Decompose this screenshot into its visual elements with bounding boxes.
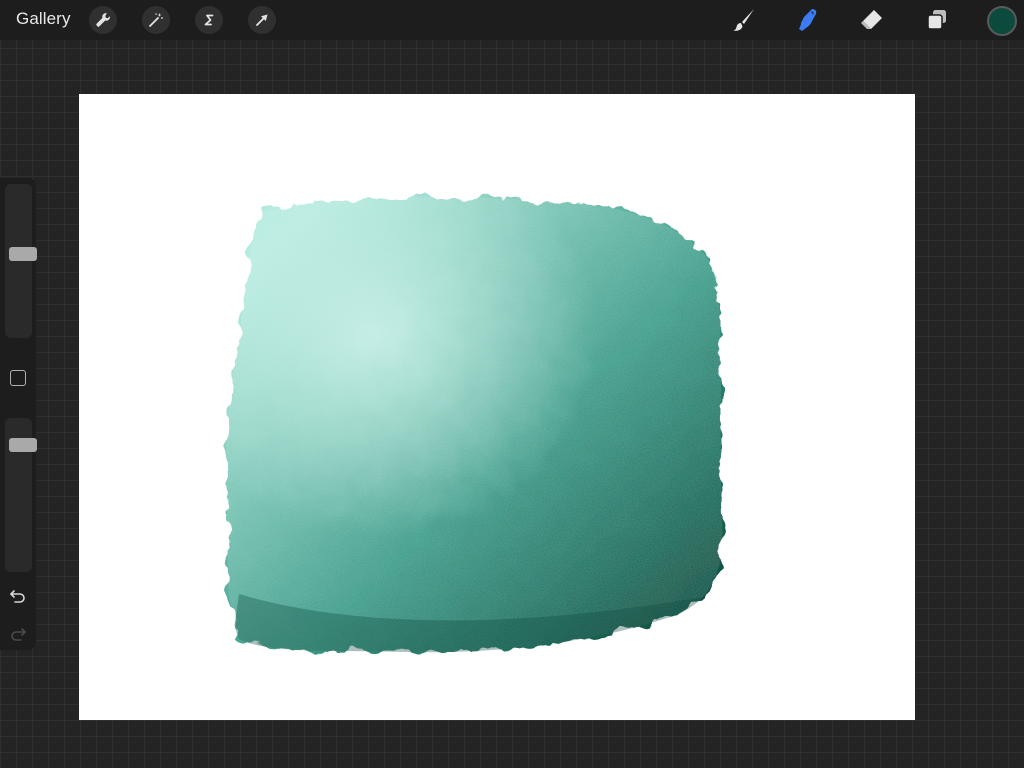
wrench-icon: [96, 13, 110, 27]
gallery-button[interactable]: Gallery: [16, 9, 71, 29]
eraser-icon: [861, 10, 882, 29]
smudge-finger-icon: [799, 9, 817, 31]
modify-button[interactable]: [10, 370, 26, 386]
opacity-handle[interactable]: [9, 437, 37, 452]
left-sidebar: [0, 178, 37, 650]
opacity-slider[interactable]: [5, 418, 37, 572]
smudge-tool-button[interactable]: [793, 5, 823, 35]
paint-stroke-artwork: [225, 196, 723, 653]
transform-button[interactable]: [248, 6, 276, 34]
selection-s-icon: [204, 14, 214, 26]
magic-wand-icon: [149, 13, 163, 27]
redo-button[interactable]: [8, 624, 28, 644]
brush-size-handle[interactable]: [9, 247, 37, 262]
color-picker-button[interactable]: [987, 6, 1017, 36]
eraser-tool-button[interactable]: [857, 5, 887, 35]
undo-arrow-icon: [10, 590, 25, 603]
top-toolbar: Gallery: [0, 0, 1024, 40]
paintbrush-icon: [733, 9, 754, 31]
layers-button[interactable]: [922, 5, 952, 35]
adjustments-button[interactable]: [142, 6, 170, 34]
brush-tool-button[interactable]: [729, 5, 759, 35]
selection-button[interactable]: [195, 6, 223, 34]
brush-size-slider[interactable]: [5, 184, 37, 338]
arrow-cursor-icon: [256, 14, 268, 26]
undo-button[interactable]: [8, 586, 28, 606]
layers-icon: [927, 10, 946, 30]
drawing-canvas[interactable]: [79, 94, 915, 720]
redo-arrow-icon: [11, 628, 26, 641]
actions-button[interactable]: [89, 6, 117, 34]
